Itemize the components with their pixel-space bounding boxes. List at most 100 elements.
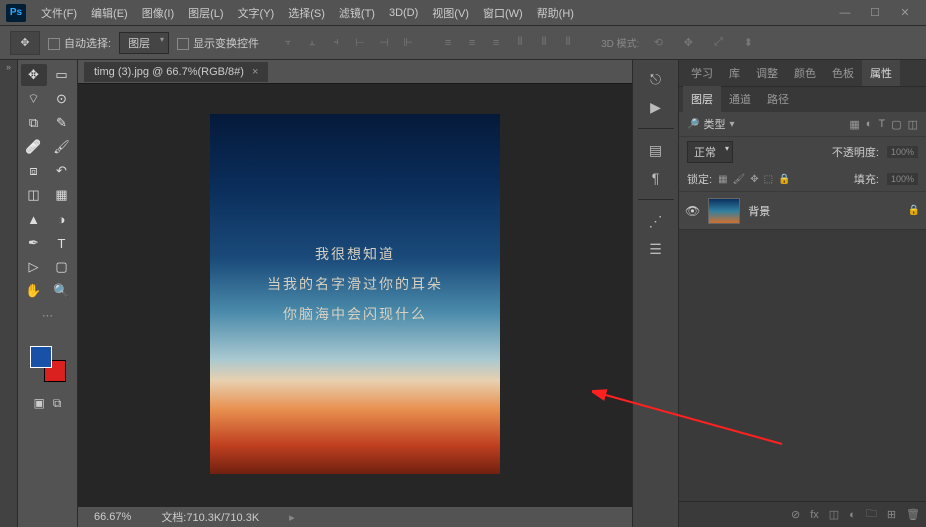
close-tab-icon[interactable]: ×	[252, 66, 258, 78]
fill-value[interactable]: 100%	[887, 173, 918, 185]
move-tool-icon[interactable]: ✥	[10, 31, 40, 55]
align-hcenter-icon[interactable]: ⊣	[373, 32, 395, 54]
canvas-viewport[interactable]: 我很想知道 当我的名字滑过你的耳朵 你脑海中会闪现什么	[78, 84, 632, 507]
align-vcenter-icon[interactable]: ⫠	[301, 32, 323, 54]
eyedropper-tool[interactable]: ✎	[49, 112, 75, 134]
filter-kind[interactable]: 🔎 类型 ▾	[687, 116, 734, 132]
blur-tool[interactable]: ▲	[21, 208, 47, 230]
menu-type[interactable]: 文字(Y)	[231, 5, 282, 21]
filter-smart-icon[interactable]: ◫	[908, 118, 918, 131]
tool-presets-icon[interactable]: ☰	[642, 238, 670, 260]
3d-orbit-icon[interactable]: ⟲	[647, 32, 669, 54]
auto-select-check[interactable]: 自动选择:	[48, 35, 111, 51]
tab-color[interactable]: 颜色	[786, 60, 824, 86]
tab-adjustments[interactable]: 调整	[748, 60, 786, 86]
zoom-level[interactable]: 66.67%	[94, 511, 131, 523]
quick-mask-icon[interactable]: ▣	[34, 396, 45, 411]
healing-tool[interactable]: 🩹	[21, 136, 47, 158]
menu-file[interactable]: 文件(F)	[34, 5, 84, 21]
layer-thumbnail[interactable]	[708, 198, 740, 224]
dodge-tool[interactable]: ◑	[49, 208, 75, 230]
tab-learn[interactable]: 学习	[683, 60, 721, 86]
dist-right-icon[interactable]: ⦀	[557, 32, 579, 54]
menu-image[interactable]: 图像(I)	[135, 5, 181, 21]
history-brush-tool[interactable]: ↶	[49, 160, 75, 182]
edit-toolbar[interactable]: ⋯	[35, 304, 61, 326]
tab-properties[interactable]: 属性	[862, 60, 900, 86]
brushes-panel-icon[interactable]: ⋰	[642, 210, 670, 232]
filter-shape-icon[interactable]: ▢	[891, 118, 901, 131]
shape-tool[interactable]: ▢	[49, 256, 75, 278]
crop-tool[interactable]: ⧉	[21, 112, 47, 134]
maximize-button[interactable]: ☐	[860, 4, 890, 22]
pen-tool[interactable]: ✒	[21, 232, 47, 254]
menu-layer[interactable]: 图层(L)	[181, 5, 230, 21]
menu-help[interactable]: 帮助(H)	[530, 5, 581, 21]
adjustment-layer-icon[interactable]: ◐	[849, 509, 856, 521]
show-transform-check[interactable]: 显示变换控件	[177, 35, 259, 51]
close-button[interactable]: ✕	[890, 4, 920, 22]
3d-slide-icon[interactable]: ⤢	[707, 32, 729, 54]
visibility-icon[interactable]: 👁	[685, 204, 700, 218]
dist-vcenter-icon[interactable]: ≡	[461, 32, 483, 54]
zoom-tool[interactable]: 🔍	[49, 280, 75, 302]
tab-libraries[interactable]: 库	[721, 60, 748, 86]
paragraph-panel-icon[interactable]: ¶	[642, 167, 670, 189]
tab-layers[interactable]: 图层	[683, 86, 721, 112]
align-left-icon[interactable]: ⊢	[349, 32, 371, 54]
lock-image-icon[interactable]: 🖌	[733, 174, 746, 185]
delete-layer-icon[interactable]: 🗑	[906, 508, 920, 521]
menu-select[interactable]: 选择(S)	[281, 5, 332, 21]
group-icon[interactable]: 🗀	[866, 505, 877, 524]
lock-all-icon[interactable]: 🔒	[778, 174, 790, 185]
status-chevron-icon[interactable]: ▸	[289, 511, 295, 524]
dist-bottom-icon[interactable]: ≡	[485, 32, 507, 54]
menu-view[interactable]: 视图(V)	[425, 5, 476, 21]
dist-left-icon[interactable]: ⦀	[509, 32, 531, 54]
align-right-icon[interactable]: ⊩	[397, 32, 419, 54]
menu-3d[interactable]: 3D(D)	[382, 7, 425, 19]
lock-pos-icon[interactable]: ✥	[750, 174, 758, 185]
layer-background[interactable]: 👁 背景 🔒	[679, 192, 926, 230]
menu-filter[interactable]: 滤镜(T)	[332, 5, 382, 21]
auto-select-dropdown[interactable]: 图层	[119, 32, 169, 54]
hand-tool[interactable]: ✋	[21, 280, 47, 302]
filter-adjust-icon[interactable]: ◐	[866, 118, 873, 131]
color-swatches[interactable]	[30, 346, 66, 382]
history-panel-icon[interactable]: ⎋	[642, 68, 670, 90]
gradient-tool[interactable]: ▦	[49, 184, 75, 206]
lasso-tool[interactable]: ⌔	[21, 88, 47, 110]
marquee-tool[interactable]: ▭	[49, 64, 75, 86]
character-panel-icon[interactable]: ▤	[642, 139, 670, 161]
dist-hcenter-icon[interactable]: ⦀	[533, 32, 555, 54]
path-select-tool[interactable]: ▷	[21, 256, 47, 278]
document-tab[interactable]: timg (3).jpg @ 66.7%(RGB/8#) ×	[84, 62, 268, 82]
brush-tool[interactable]: 🖌	[49, 136, 75, 158]
align-top-icon[interactable]: ⫟	[277, 32, 299, 54]
lock-trans-icon[interactable]: ▦	[718, 174, 727, 185]
3d-pan-icon[interactable]: ✥	[677, 32, 699, 54]
foreground-color[interactable]	[30, 346, 52, 368]
actions-panel-icon[interactable]: ▶	[642, 96, 670, 118]
filter-pixel-icon[interactable]: ▦	[849, 118, 859, 131]
menu-window[interactable]: 窗口(W)	[476, 5, 530, 21]
quick-select-tool[interactable]: ⊙	[49, 88, 75, 110]
layer-fx-icon[interactable]: fx	[810, 509, 819, 521]
link-layers-icon[interactable]: ⊘	[791, 508, 800, 521]
blend-mode-dropdown[interactable]: 正常	[687, 141, 733, 163]
layer-name[interactable]: 背景	[748, 203, 899, 219]
screen-mode-icon[interactable]: ⧉	[53, 396, 62, 411]
tab-channels[interactable]: 通道	[721, 86, 759, 112]
type-tool[interactable]: T	[49, 232, 75, 254]
minimize-button[interactable]: —	[830, 4, 860, 22]
lock-artboard-icon[interactable]: ⬚	[764, 174, 773, 185]
stamp-tool[interactable]: ⧈	[21, 160, 47, 182]
opacity-value[interactable]: 100%	[887, 146, 918, 158]
expand-icon[interactable]: »	[6, 62, 11, 527]
tab-swatches[interactable]: 色板	[824, 60, 862, 86]
move-tool[interactable]: ✥	[21, 64, 47, 86]
new-layer-icon[interactable]: ⊞	[887, 508, 896, 521]
layer-mask-icon[interactable]: ◫	[829, 508, 839, 521]
doc-size[interactable]: 文档:710.3K/710.3K	[161, 509, 259, 525]
eraser-tool[interactable]: ◫	[21, 184, 47, 206]
